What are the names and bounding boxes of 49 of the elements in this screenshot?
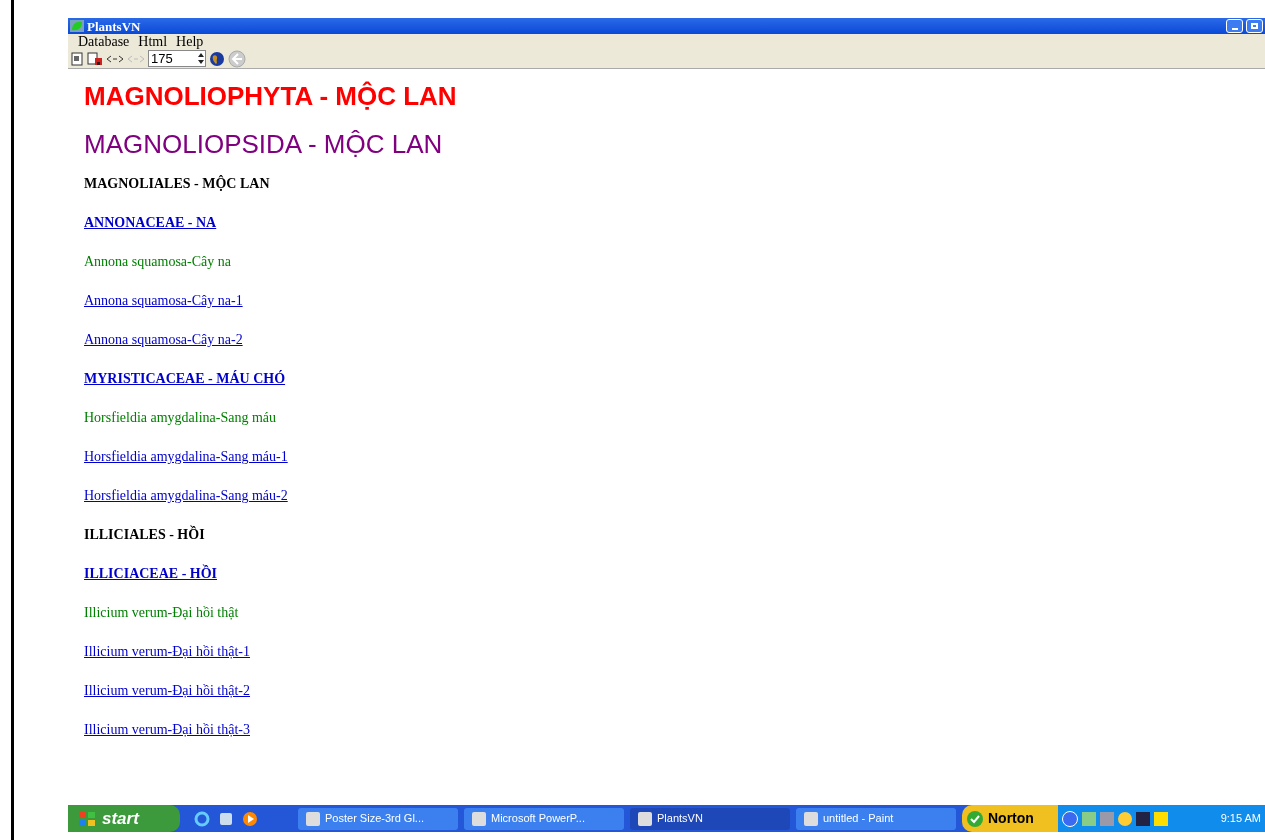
taskbar-button[interactable]: PlantsVN [630,807,790,830]
class-heading: MAGNOLIOPSIDA - MỘC LAN [84,129,443,159]
species-link[interactable]: Annona squamosa-Cây na-1 [84,292,243,310]
species-name: Horsfieldia amygdalina-Sang máu [84,409,277,427]
species-link[interactable]: Annona squamosa-Cây na-2 [84,331,243,349]
order-heading: ILLICIALES - HỒI [84,526,205,544]
app-icon[interactable] [218,810,234,827]
species-link[interactable]: Illicium verum-Đại hồi thật-2 [84,682,250,700]
order-heading: MAGNOLIALES - MỘC LAN [84,175,270,193]
menu-item[interactable]: Help [176,34,204,49]
species-link[interactable]: Horsfieldia amygdalina-Sang máu-1 [84,448,288,466]
media-player-icon[interactable] [242,810,258,827]
division-heading: MAGNOLIOPHYTA - MỘC LAN [84,81,457,111]
family-link[interactable]: ILLICIACEAE - HỒI [84,565,218,583]
minimize-button[interactable] [1226,19,1243,33]
taskbar-button[interactable]: Poster Size-3rd Gl... [298,807,458,830]
taskbar-button[interactable]: Microsoft PowerP... [464,807,624,830]
save-document-icon[interactable] [87,51,103,66]
tray-icon[interactable] [1136,811,1150,826]
species-link[interactable]: Illicium verum-Đại hồi thật-1 [84,643,250,661]
species-name: Annona squamosa-Cây na [84,253,231,271]
norton-badge[interactable]: Norton [962,805,1058,832]
program-icon [472,811,486,826]
browser-icon[interactable] [194,810,210,827]
menu-item[interactable]: Database [78,34,130,49]
tray-icon[interactable] [1118,811,1132,826]
leaf-icon [70,20,84,32]
document-icon[interactable] [70,51,84,66]
program-icon [306,811,320,826]
page-number-field[interactable]: 175 [148,50,206,67]
family-link[interactable]: ANNONACEAE - NA [84,214,217,232]
species-name: Illicium verum-Đại hồi thật [84,604,239,622]
taskbar-button[interactable]: untitled - Paint [796,807,956,830]
bracket-arrows-icon[interactable] [106,53,124,64]
program-icon [638,811,652,826]
species-link[interactable]: Illicium verum-Đại hồi thật-3 [84,721,250,739]
window-title: PlantsVN [87,19,141,33]
windows-flag-icon [78,810,96,827]
globe-icon[interactable] [209,50,225,67]
menu-item[interactable]: Html [138,34,168,49]
program-icon [804,811,818,826]
start-button[interactable]: start [68,805,180,832]
species-link[interactable]: Horsfieldia amygdalina-Sang máu-2 [84,487,288,505]
checkmark-icon [966,809,984,828]
tray-icon[interactable] [1154,811,1168,826]
restore-button[interactable] [1246,19,1263,33]
family-link[interactable]: MYRISTICACEAE - MÁU CHÓ [84,370,286,388]
spinner-arrows-icon[interactable] [197,52,205,65]
clock: 9:15 AM [1220,811,1261,827]
